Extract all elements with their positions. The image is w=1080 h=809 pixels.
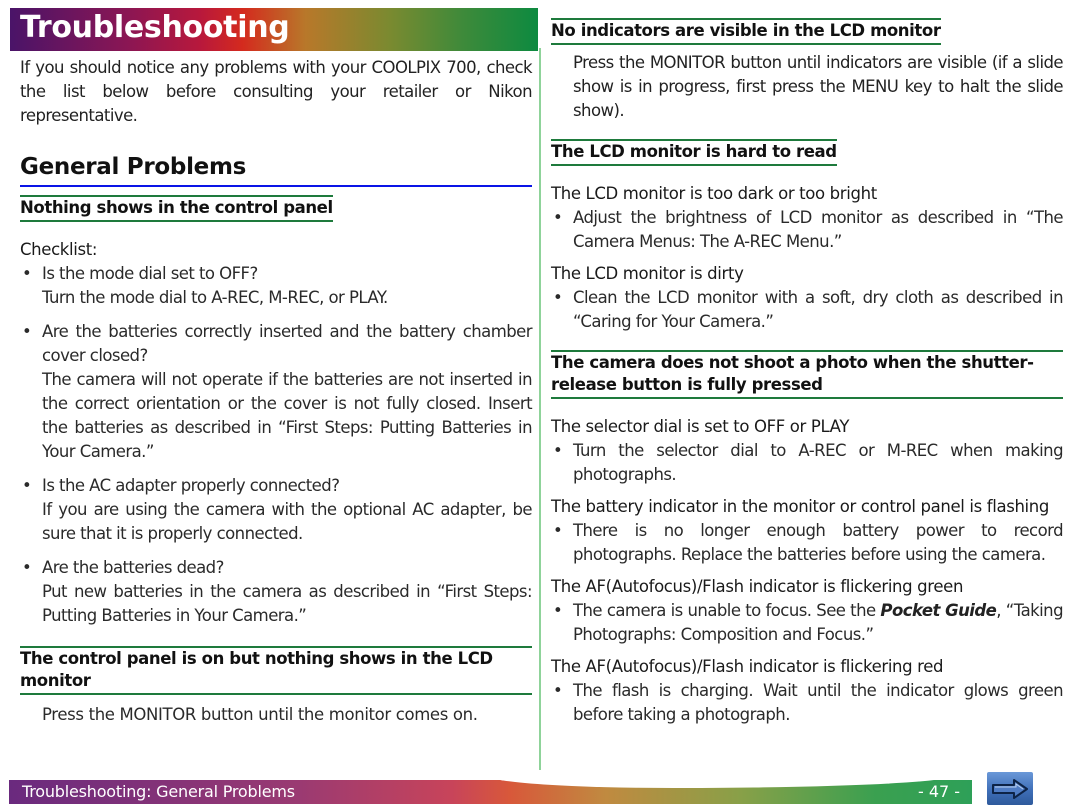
list-item: • The camera is unable to focus. See the … — [553, 601, 1064, 644]
page-number: - 47 - — [918, 782, 961, 801]
checklist: • Is the mode dial set to OFF? Turn the mo… — [20, 262, 533, 628]
page-title: Troubleshooting — [20, 10, 290, 45]
left-column: If you should notice any problems with y… — [20, 56, 533, 727]
case-title: The LCD monitor is too dark or too brigh… — [551, 184, 877, 203]
list-item: • There is no longer enough battery power… — [553, 521, 1064, 564]
column-divider — [539, 48, 541, 770]
title-banner: Troubleshooting — [10, 8, 538, 51]
case-title: The AF(Autofocus)/Flash indicator is fli… — [551, 577, 964, 596]
list-item: • Turn the selector dial to A-REC or M-RE… — [553, 441, 1064, 484]
no-indicators-text: Press the MONITOR button until indicator… — [573, 53, 1064, 120]
list-item: • The flash is charging. Wait until the i… — [553, 681, 1064, 724]
heading-control-panel-on: The control panel is on but nothing show… — [20, 646, 532, 695]
heading-hard-to-read: The LCD monitor is hard to read — [551, 139, 837, 166]
case-title: The AF(Autofocus)/Flash indicator is fli… — [551, 657, 944, 676]
list-item: • Clean the LCD monitor with a soft, dry … — [553, 288, 1064, 331]
case-title: The battery indicator in the monitor or … — [551, 497, 1050, 516]
case-title: The selector dial is set to OFF or PLAY — [551, 417, 850, 436]
heading-nothing-shows: Nothing shows in the control panel — [20, 195, 333, 222]
pocket-guide-reference: Pocket Guide — [880, 601, 997, 620]
case-title: The LCD monitor is dirty — [551, 264, 744, 283]
footer-breadcrumb[interactable]: Troubleshooting: General Problems — [22, 782, 295, 801]
heading-no-indicators: No indicators are visible in the LCD mon… — [551, 18, 941, 45]
monitor-instruction: Press the MONITOR button until the monit… — [42, 705, 478, 724]
right-arrow-icon — [992, 778, 1028, 799]
list-item: • Are the batteries correctly inserted an… — [22, 322, 533, 461]
list-item: • Is the mode dial set to OFF? Turn the mo… — [22, 264, 388, 307]
list-item: • Are the batteries dead? Put new batterie… — [22, 558, 533, 625]
heading-does-not-shoot: The camera does not shoot a photo when t… — [551, 350, 1063, 399]
right-column: No indicators are visible in the LCD mon… — [551, 18, 1064, 727]
list-item: • Is the AC adapter properly connected? If… — [22, 476, 533, 543]
intro-paragraph: If you should notice any problems with y… — [20, 58, 533, 125]
next-page-button[interactable] — [987, 772, 1033, 805]
section-title: General Problems — [20, 154, 532, 187]
list-item: • Adjust the brightness of LCD monitor as… — [553, 208, 1064, 251]
checklist-label: Checklist: — [20, 240, 98, 259]
